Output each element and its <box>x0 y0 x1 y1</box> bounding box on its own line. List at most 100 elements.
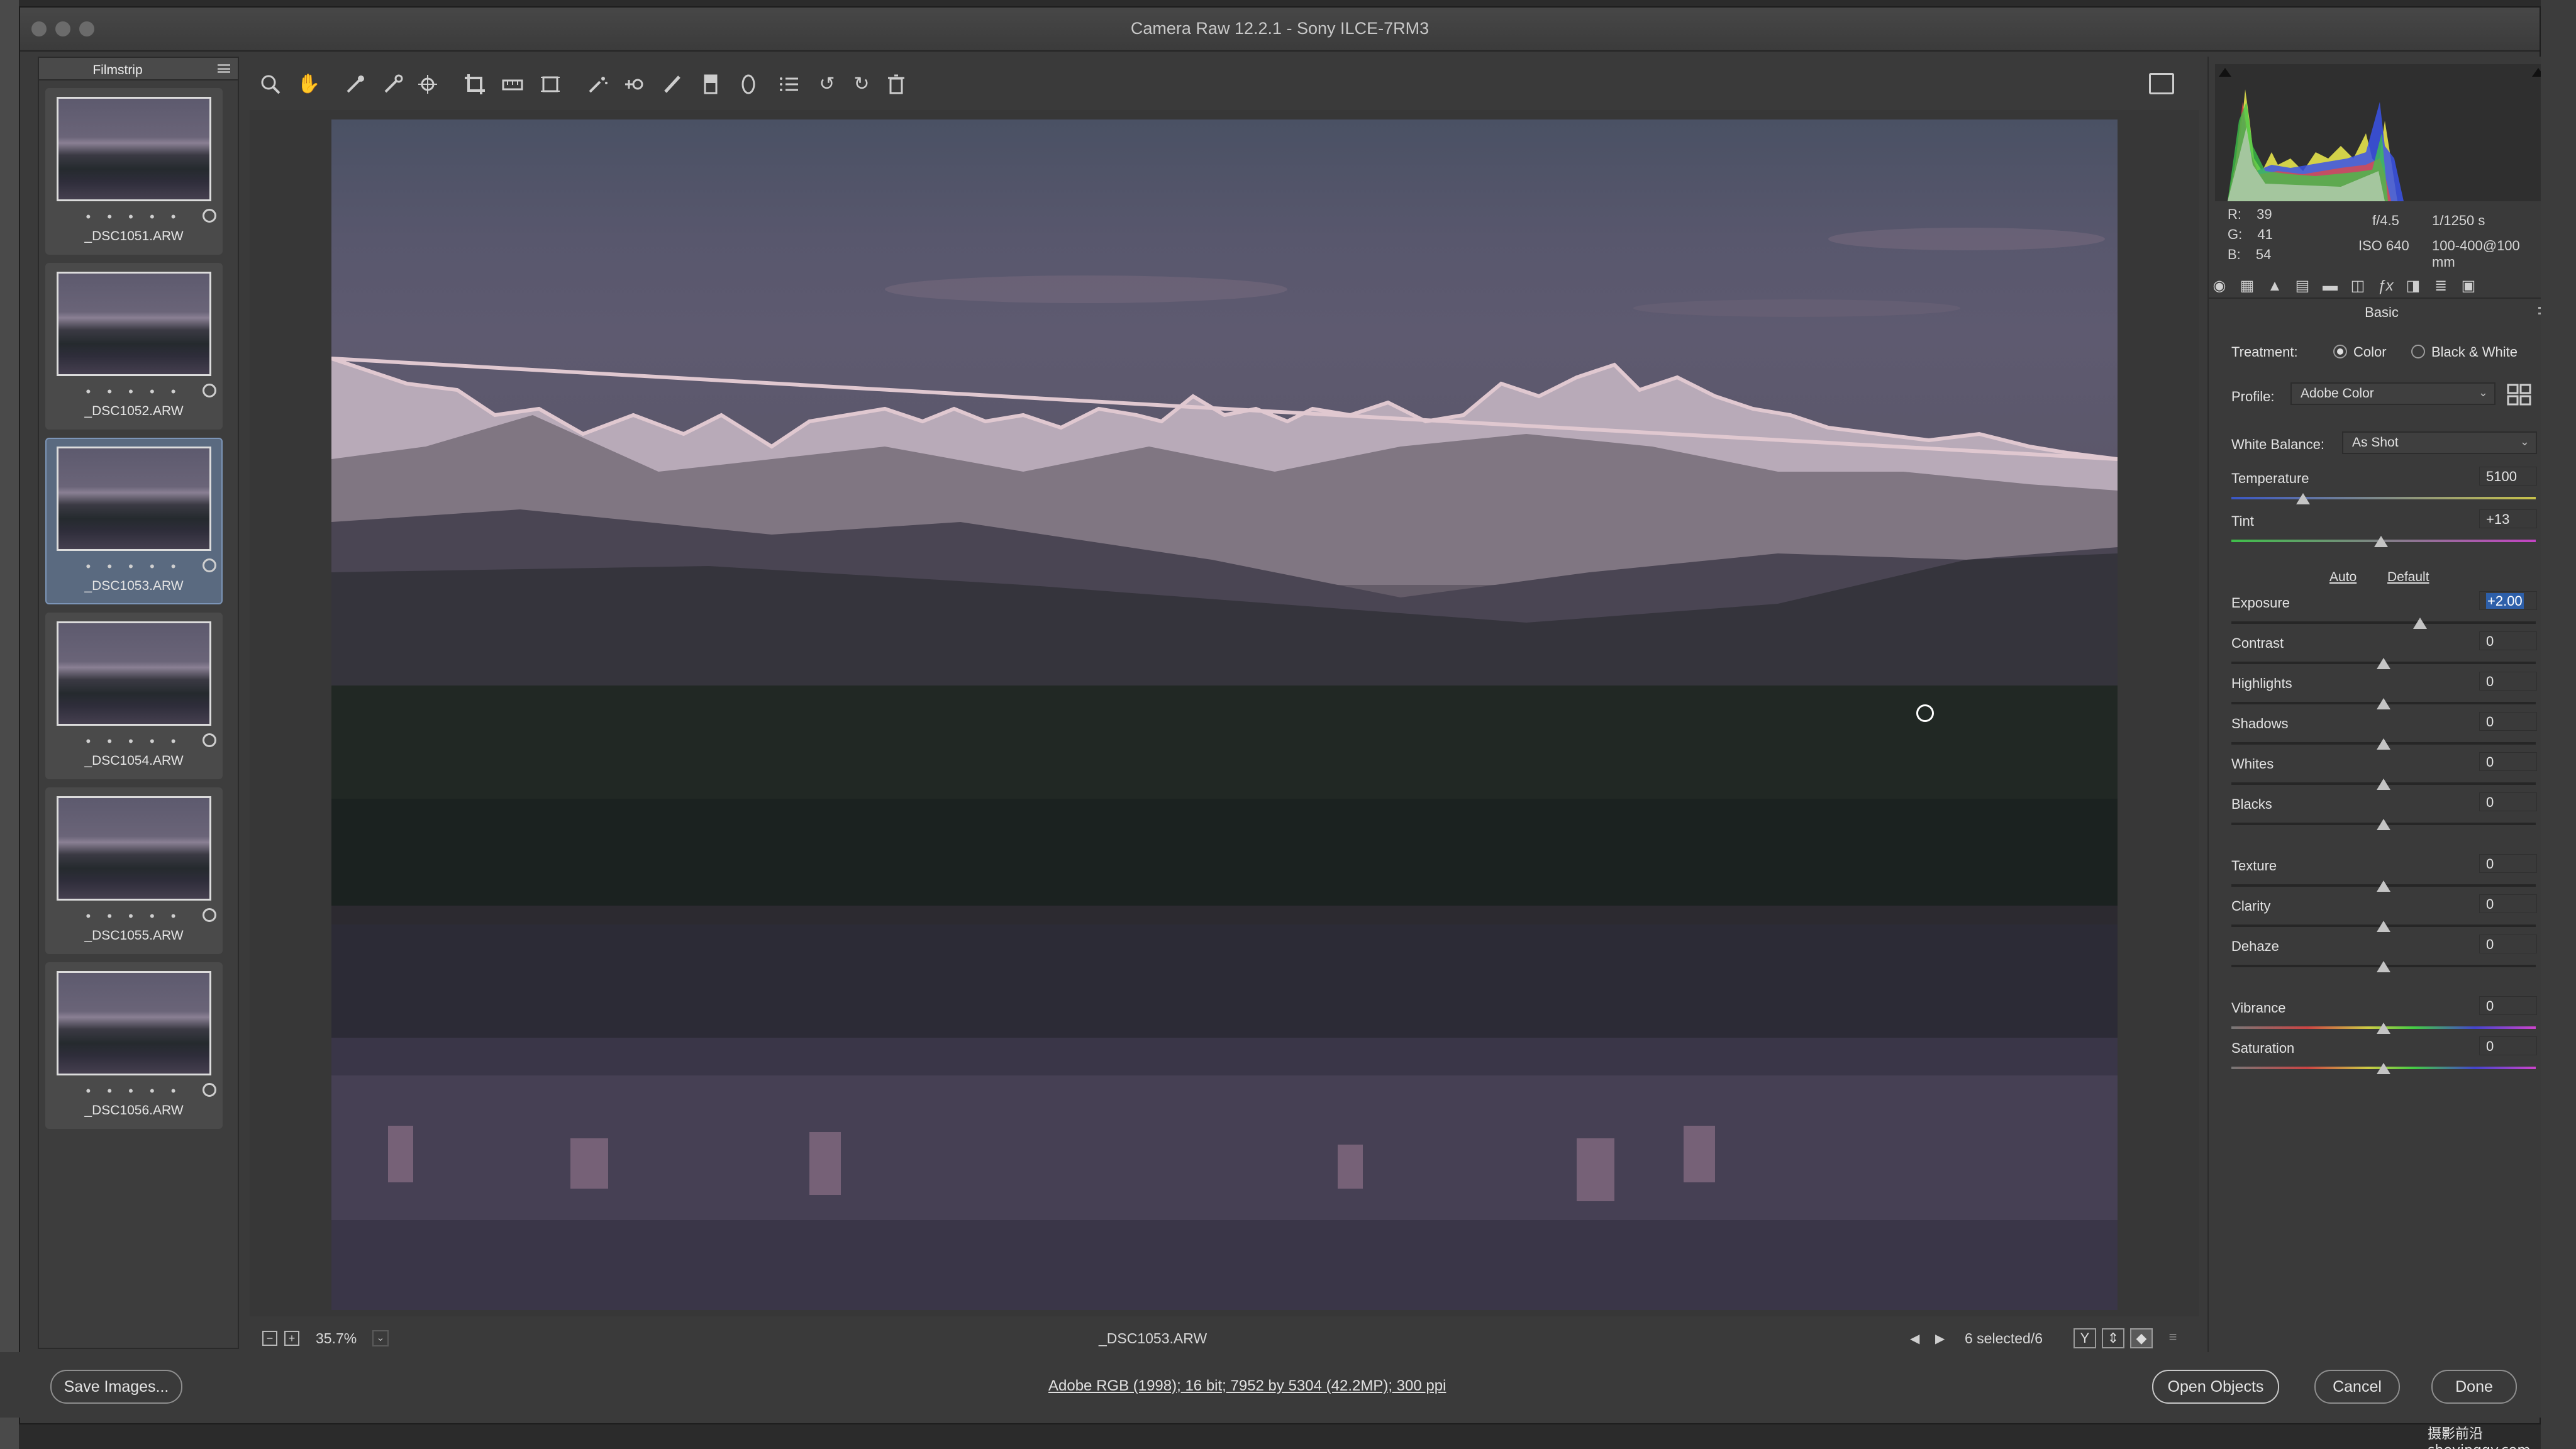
crop-tool-icon[interactable] <box>464 73 486 96</box>
save-images-button[interactable]: Save Images... <box>50 1370 182 1404</box>
value-blacks[interactable]: 0 <box>2479 792 2537 811</box>
tab-presets-icon[interactable]: ≣ <box>2431 277 2450 295</box>
tab-snapshots-icon[interactable]: ▣ <box>2459 277 2478 295</box>
tab-hsl-icon[interactable]: ▤ <box>2293 277 2312 295</box>
exposure-slider-track[interactable] <box>2231 621 2536 624</box>
copy-settings-icon[interactable]: ◆ <box>2130 1328 2153 1348</box>
transform-tool-icon[interactable] <box>539 73 562 96</box>
value-exposure[interactable]: +2.00 <box>2479 591 2537 610</box>
value-temperature[interactable]: 5100 <box>2479 467 2537 486</box>
rating-dots[interactable]: • • • • • <box>47 1083 221 1099</box>
treatment-label: Treatment: <box>2231 344 2298 360</box>
color-sampler-icon[interactable] <box>382 73 404 96</box>
value-texture[interactable]: 0 <box>2479 854 2537 873</box>
treatment-bw-radio[interactable] <box>2411 345 2425 358</box>
value-contrast[interactable]: 0 <box>2479 631 2537 650</box>
temperature-slider-thumb[interactable] <box>2296 493 2310 504</box>
default-link[interactable]: Default <box>2387 570 2429 585</box>
filmstrip-item[interactable]: • • • • • _DSC1052.ARW <box>45 263 223 430</box>
done-button[interactable]: Done <box>2431 1370 2517 1404</box>
tint-slider-thumb[interactable] <box>2374 536 2388 547</box>
shadows-slider-thumb[interactable] <box>2377 738 2390 750</box>
blacks-slider-thumb[interactable] <box>2377 819 2390 830</box>
zoom-out-button[interactable]: − <box>262 1331 277 1346</box>
filmstrip-filename: _DSC1054.ARW <box>84 753 184 768</box>
slider-label-shadows: Shadows <box>2231 716 2289 731</box>
saturation-slider-thumb[interactable] <box>2377 1063 2390 1074</box>
rotate-ccw-icon[interactable]: ↺ <box>816 73 838 96</box>
tab-calibration-icon[interactable]: ◨ <box>2404 277 2423 295</box>
rating-dots[interactable]: • • • • • <box>47 209 221 225</box>
rating-dots[interactable]: • • • • • <box>47 733 221 750</box>
open-objects-button[interactable]: Open Objects <box>2152 1370 2279 1404</box>
clarity-slider-thumb[interactable] <box>2377 921 2390 932</box>
value-clarity[interactable]: 0 <box>2479 894 2537 913</box>
filmstrip-item[interactable]: • • • • • _DSC1055.ARW <box>45 787 223 954</box>
tab-tone-curve-icon[interactable]: ▦ <box>2238 277 2257 295</box>
red-eye-icon[interactable] <box>624 73 647 96</box>
value-tint[interactable]: +13 <box>2479 509 2537 528</box>
dehaze-slider-thumb[interactable] <box>2377 961 2390 972</box>
previous-image-icon[interactable]: ◀ <box>1910 1331 1919 1346</box>
workflow-options-link[interactable]: Adobe RGB (1998); 16 bit; 7952 by 5304 (… <box>1048 1377 1446 1395</box>
zoom-tool-icon[interactable] <box>259 73 282 96</box>
temperature-slider-track[interactable] <box>2231 497 2536 499</box>
filmstrip-menu-icon[interactable] <box>218 64 230 73</box>
vibrance-slider-thumb[interactable] <box>2377 1023 2390 1034</box>
slider-label-contrast: Contrast <box>2231 635 2284 651</box>
tab-lens-icon[interactable]: ◫ <box>2348 277 2367 295</box>
tab-basic-icon[interactable]: ◉ <box>2210 277 2229 295</box>
treatment-color-radio[interactable] <box>2333 345 2347 358</box>
tab-detail-icon[interactable]: ▲ <box>2265 277 2284 295</box>
graduated-filter-icon[interactable] <box>699 73 722 96</box>
targeted-adjustment-icon[interactable] <box>416 73 439 96</box>
swap-before-after-icon[interactable]: ⇕ <box>2102 1328 2124 1348</box>
value-saturation[interactable]: 0 <box>2479 1036 2537 1055</box>
thumbnail-image <box>57 447 211 551</box>
before-after-view-button[interactable]: Y <box>2074 1328 2096 1348</box>
trash-icon[interactable] <box>885 73 908 96</box>
filmstrip-item[interactable]: • • • • • _DSC1054.ARW <box>45 613 223 779</box>
radial-filter-icon[interactable] <box>737 73 760 96</box>
rating-dots[interactable]: • • • • • <box>47 908 221 924</box>
contrast-slider-thumb[interactable] <box>2377 658 2390 669</box>
texture-slider-thumb[interactable] <box>2377 880 2390 892</box>
white-balance-dropdown[interactable]: As Shot ⌄ <box>2342 431 2537 454</box>
white-balance-tool-icon[interactable] <box>344 73 367 96</box>
value-vibrance[interactable]: 0 <box>2479 996 2537 1015</box>
highlights-slider-thumb[interactable] <box>2377 698 2390 709</box>
zoom-in-button[interactable]: + <box>284 1331 299 1346</box>
zoom-level: 35.7% <box>316 1330 357 1346</box>
value-dehaze[interactable]: 0 <box>2479 935 2537 953</box>
tab-split-toning-icon[interactable]: ▬ <box>2321 277 2340 295</box>
spot-removal-icon[interactable] <box>586 73 609 96</box>
photo-preview[interactable] <box>331 119 2118 1310</box>
auto-link[interactable]: Auto <box>2329 570 2357 585</box>
filmstrip-item-selected[interactable]: • • • • • _DSC1053.ARW <box>45 438 223 604</box>
image-preview-area[interactable] <box>250 110 2199 1316</box>
rating-dots[interactable]: • • • • • <box>47 384 221 400</box>
toggle-settings-icon[interactable]: ≡ <box>2162 1328 2184 1348</box>
profile-dropdown[interactable]: Adobe Color ⌄ <box>2290 382 2496 405</box>
value-highlights[interactable]: 0 <box>2479 672 2537 691</box>
tab-effects-icon[interactable]: ƒx <box>2376 277 2395 295</box>
shadow-clipping-warning-icon[interactable] <box>2219 68 2231 77</box>
rotate-cw-icon[interactable]: ↻ <box>850 73 873 96</box>
straighten-tool-icon[interactable] <box>501 73 524 96</box>
next-image-icon[interactable]: ▶ <box>1935 1331 1945 1346</box>
whites-slider-thumb[interactable] <box>2377 779 2390 790</box>
toggle-fullscreen-icon[interactable] <box>2149 73 2174 94</box>
value-shadows[interactable]: 0 <box>2479 712 2537 731</box>
filmstrip-item[interactable]: • • • • • _DSC1056.ARW <box>45 962 223 1129</box>
filmstrip-item[interactable]: • • • • • _DSC1051.ARW <box>45 88 223 255</box>
filmstrip-panel: Filmstrip • • • • • _DSC1051.ARW • • • •… <box>38 57 239 1349</box>
value-whites[interactable]: 0 <box>2479 752 2537 771</box>
preferences-list-icon[interactable] <box>778 73 801 96</box>
adjustment-brush-icon[interactable] <box>662 73 684 96</box>
exposure-slider-thumb[interactable] <box>2413 618 2427 629</box>
hand-tool-icon[interactable]: ✋ <box>297 73 320 96</box>
rating-dots[interactable]: • • • • • <box>47 558 221 575</box>
profile-browser-grid-icon[interactable] <box>2507 384 2532 406</box>
zoom-dropdown-chevron-icon[interactable]: ⌄ <box>372 1330 389 1346</box>
cancel-button[interactable]: Cancel <box>2314 1370 2400 1404</box>
